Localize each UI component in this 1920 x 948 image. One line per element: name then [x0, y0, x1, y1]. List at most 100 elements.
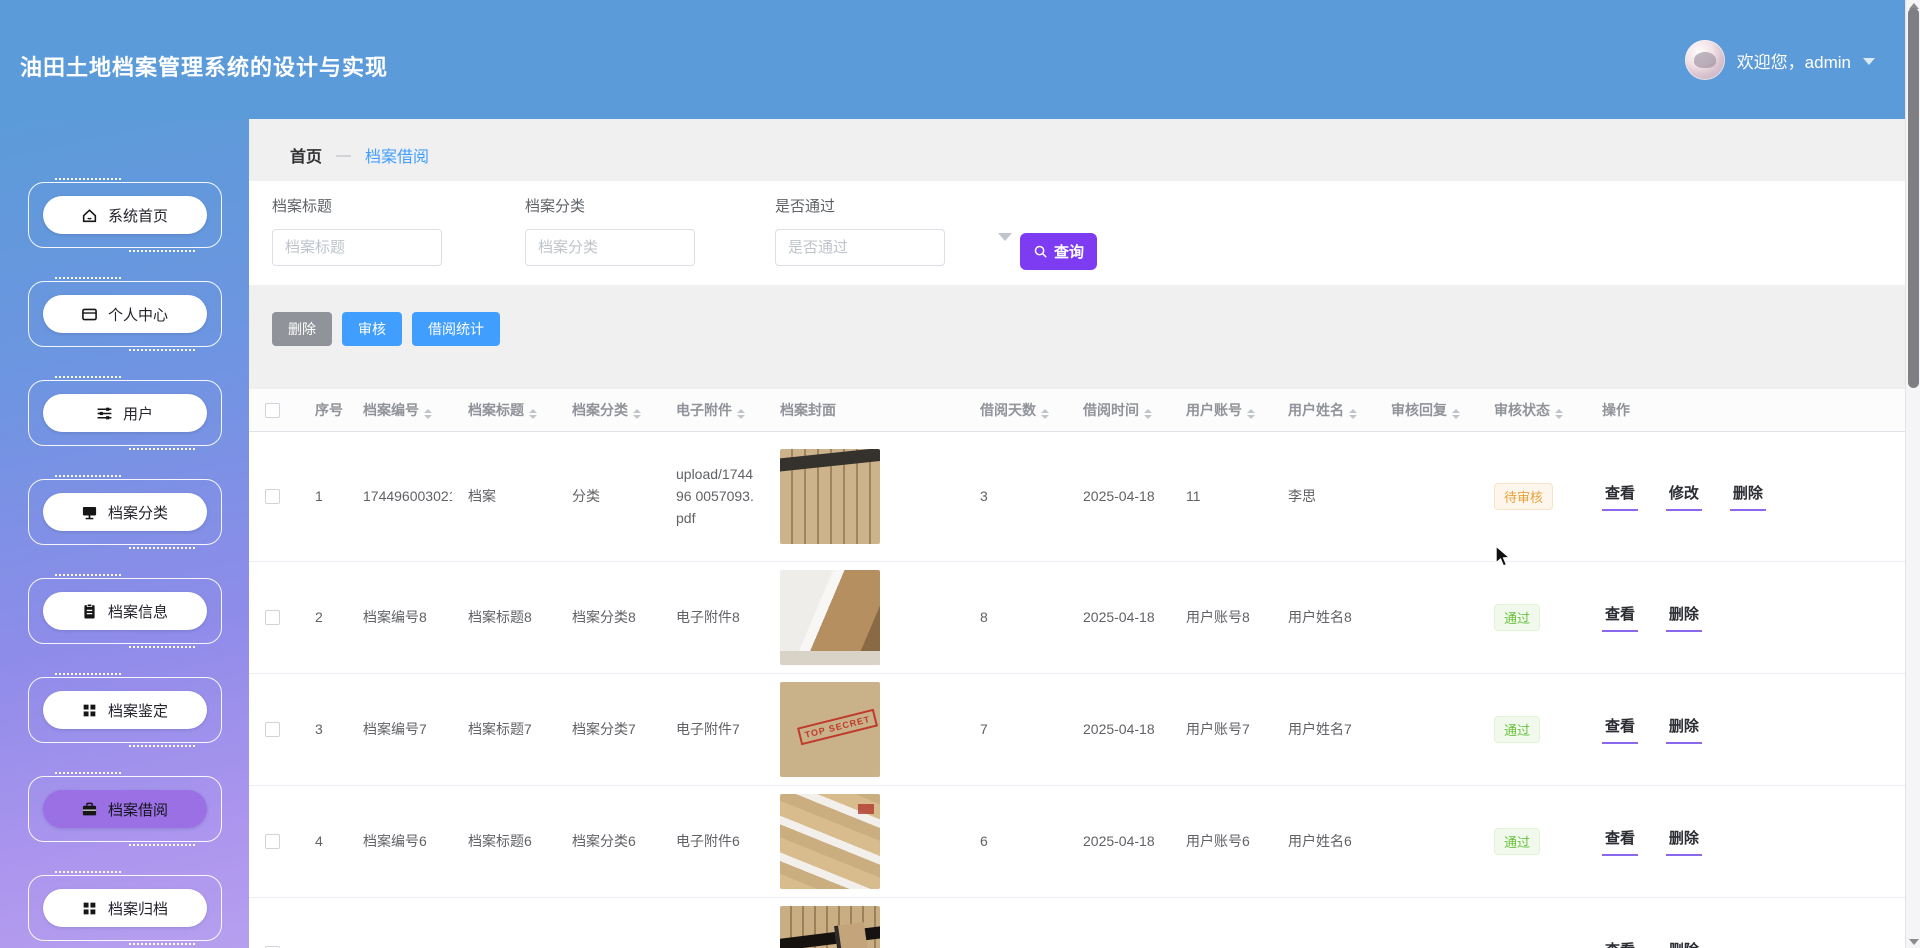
filter-pass-status: 是否通过 [775, 195, 1015, 266]
review-button[interactable]: 审核 [342, 312, 402, 346]
sidebar-item-label: 个人中心 [108, 304, 168, 325]
sidebar-item-home[interactable]: 系统首页 [23, 177, 227, 253]
sort-icon[interactable] [1247, 409, 1255, 419]
delete-row-button[interactable]: 删除 [1666, 827, 1702, 856]
sort-icon[interactable] [1144, 409, 1152, 419]
filter-label: 是否通过 [775, 195, 1015, 216]
row-checkbox[interactable] [265, 834, 280, 849]
sidebar-nav: 系统首页 个人中心 用户 [0, 119, 249, 948]
select-all-checkbox[interactable] [265, 403, 280, 418]
page-title: 油田土地档案管理系统的设计与实现 [20, 50, 388, 82]
col-borrow-date[interactable]: 借阅时间 [1067, 389, 1170, 431]
top-secret-stamp: TOP SECRET [797, 708, 878, 745]
delete-row-button[interactable]: 删除 [1666, 603, 1702, 632]
monitor-icon [81, 504, 98, 521]
delete-row-button[interactable]: 删除 [1730, 482, 1766, 511]
view-button[interactable]: 查看 [1602, 603, 1638, 632]
archive-cover-image[interactable] [780, 906, 880, 948]
grid-icon [81, 900, 98, 917]
main-content: 首页 — 档案借阅 档案标题 档案分类 是否通过 查询 删 [249, 119, 1905, 948]
breadcrumb-home-link[interactable]: 首页 [290, 143, 322, 167]
pass-status-select[interactable] [775, 229, 945, 266]
archive-cover-image[interactable] [780, 449, 880, 544]
row-checkbox[interactable] [265, 722, 280, 737]
view-button[interactable]: 查看 [1602, 939, 1638, 948]
sidebar-item-archive-borrow[interactable]: 档案借阅 [23, 771, 227, 847]
edit-button[interactable]: 修改 [1666, 482, 1702, 511]
sidebar-item-label: 用户 [123, 403, 153, 424]
sort-icon[interactable] [1041, 409, 1049, 419]
archive-category-input[interactable] [525, 229, 695, 266]
page-scrollbar[interactable] [1905, 0, 1920, 948]
delete-button[interactable]: 删除 [272, 312, 332, 346]
sidebar-item-archive-info[interactable]: 档案信息 [23, 573, 227, 649]
status-badge: 待审核 [1494, 483, 1553, 510]
sidebar-item-profile[interactable]: 个人中心 [23, 276, 227, 352]
sliders-icon [96, 405, 113, 422]
filter-label: 档案标题 [272, 195, 442, 216]
filter-archive-title: 档案标题 [272, 195, 442, 266]
table-row: 查看 删除 [249, 897, 1905, 948]
borrow-stats-button[interactable]: 借阅统计 [412, 312, 500, 346]
chevron-down-icon[interactable] [1863, 58, 1875, 65]
col-category[interactable]: 档案分类 [556, 389, 660, 431]
table-header-row: 序号 档案编号 档案标题 档案分类 电子附件 档案封面 借阅天数 借阅时间 用户… [249, 389, 1905, 431]
sidebar-item-label: 档案归档 [108, 898, 168, 919]
app-window: 油田土地档案管理系统的设计与实现 欢迎您，admin 系统首页 个人 [0, 0, 1920, 948]
col-archive-no[interactable]: 档案编号 [347, 389, 452, 431]
status-badge: 通过 [1494, 828, 1540, 855]
table-row: 1 1744960030211 档案 分类 upload/174496 0057… [249, 431, 1905, 561]
delete-row-button[interactable]: 删除 [1666, 939, 1702, 948]
col-title[interactable]: 档案标题 [452, 389, 556, 431]
sidebar-item-archive-filing[interactable]: 档案归档 [23, 870, 227, 946]
filter-archive-category: 档案分类 [525, 195, 695, 266]
col-account[interactable]: 用户账号 [1170, 389, 1272, 431]
row-checkbox[interactable] [265, 610, 280, 625]
table-toolbar: 删除 审核 借阅统计 [272, 312, 500, 346]
row-checkbox[interactable] [265, 489, 280, 504]
col-index[interactable]: 序号 [299, 389, 347, 431]
sort-icon[interactable] [424, 409, 432, 419]
top-header-bar: 油田土地档案管理系统的设计与实现 欢迎您，admin [0, 0, 1905, 119]
breadcrumb-separator: — [336, 147, 351, 164]
archive-cover-image[interactable] [780, 570, 880, 665]
user-avatar[interactable] [1685, 40, 1725, 80]
user-menu[interactable]: 欢迎您，admin [1685, 40, 1875, 80]
table-row: 4 档案编号6 档案标题6 档案分类6 电子附件6 6 2025-04-18 用… [249, 785, 1905, 897]
scroll-down-arrow-icon[interactable] [1909, 939, 1919, 945]
sort-icon[interactable] [737, 409, 745, 419]
view-button[interactable]: 查看 [1602, 827, 1638, 856]
sidebar-item-label: 系统首页 [108, 205, 168, 226]
sort-icon[interactable] [1555, 409, 1563, 419]
select-chevron-down-icon[interactable] [998, 233, 1012, 241]
delete-row-button[interactable]: 删除 [1666, 715, 1702, 744]
col-user-name[interactable]: 用户姓名 [1272, 389, 1375, 431]
view-button[interactable]: 查看 [1602, 482, 1638, 511]
sidebar-item-label: 档案借阅 [108, 799, 168, 820]
col-days[interactable]: 借阅天数 [964, 389, 1067, 431]
table-row: 2 档案编号8 档案标题8 档案分类8 电子附件8 8 2025-04-18 用… [249, 561, 1905, 673]
sidebar-item-label: 档案分类 [108, 502, 168, 523]
archive-title-input[interactable] [272, 229, 442, 266]
sort-icon[interactable] [633, 409, 641, 419]
scrollbar-thumb[interactable] [1908, 8, 1919, 388]
home-icon [81, 207, 98, 224]
archive-cover-image[interactable]: TOP SECRET [780, 682, 880, 777]
sort-icon[interactable] [1452, 409, 1460, 419]
sidebar-item-users[interactable]: 用户 [23, 375, 227, 451]
breadcrumb-current[interactable]: 档案借阅 [365, 143, 429, 167]
archive-cover-image[interactable] [780, 794, 880, 889]
mouse-cursor [1494, 545, 1516, 574]
sort-icon[interactable] [529, 409, 537, 419]
col-review-reply[interactable]: 审核回复 [1375, 389, 1478, 431]
card-icon [81, 306, 98, 323]
col-review-status[interactable]: 审核状态 [1478, 389, 1586, 431]
welcome-text: 欢迎您，admin [1737, 48, 1851, 73]
sidebar-item-archive-category[interactable]: 档案分类 [23, 474, 227, 550]
sort-icon[interactable] [1349, 409, 1357, 419]
search-button[interactable]: 查询 [1020, 233, 1097, 270]
sidebar-item-archive-appraisal[interactable]: 档案鉴定 [23, 672, 227, 748]
view-button[interactable]: 查看 [1602, 715, 1638, 744]
col-attachment[interactable]: 电子附件 [660, 389, 764, 431]
filter-label: 档案分类 [525, 195, 695, 216]
